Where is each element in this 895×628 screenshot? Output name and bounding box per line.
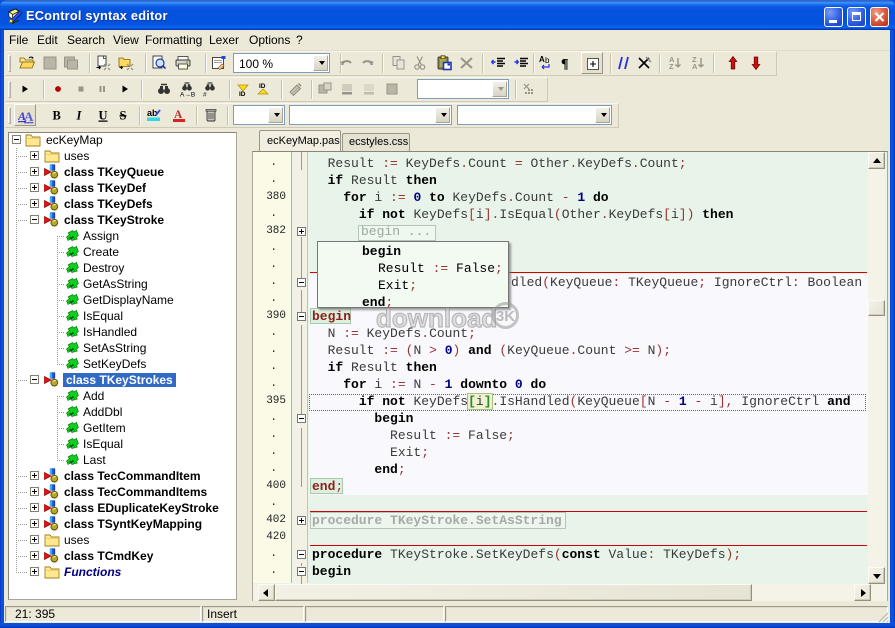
svg-text:Z: Z [669,62,674,71]
svg-text:S: S [120,109,127,123]
svg-text:¶: ¶ [561,57,569,71]
svg-text:#_: #_ [203,92,211,98]
svg-text:b: b [545,56,550,65]
svg-text:I: I [76,109,83,123]
svg-text:ID: ID [239,91,246,97]
svg-text:U: U [99,109,108,123]
svg-text:A: A [692,62,698,71]
svg-text:A: A [24,109,34,124]
svg-text:ID: ID [259,83,266,90]
svg-text:A→B: A→B [180,92,195,98]
svg-text:B: B [53,109,61,123]
